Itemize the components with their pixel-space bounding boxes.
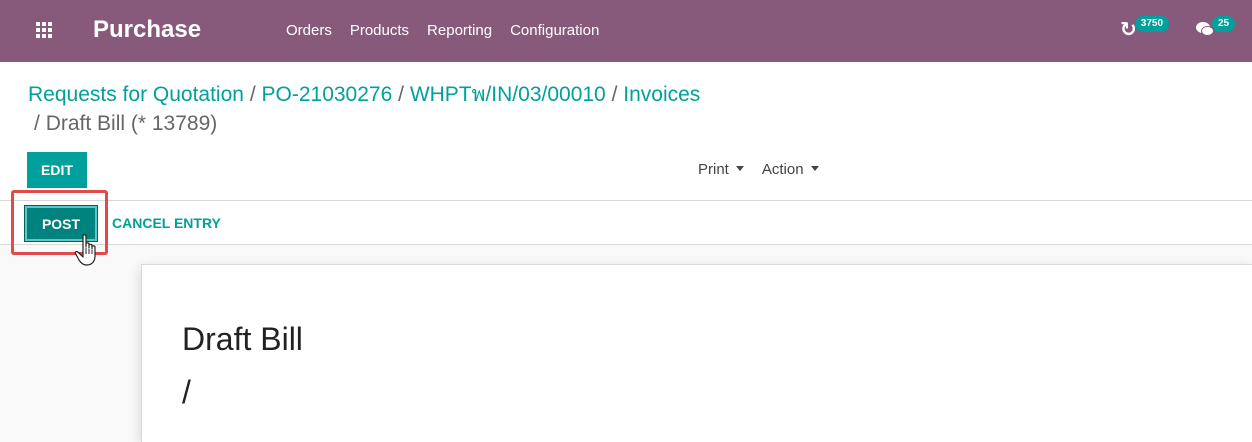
breadcrumb-separator: /: [249, 83, 256, 106]
breadcrumb-separator: /: [34, 112, 40, 135]
breadcrumb-current-line: / Draft Bill (* 13789): [34, 112, 217, 136]
bill-title: Draft Bill: [182, 321, 303, 357]
main-menu: Orders Products Reporting Configuration: [286, 22, 617, 39]
breadcrumb-item-invoices[interactable]: Invoices: [623, 83, 700, 106]
print-label: Print: [698, 161, 729, 178]
hand-pointer-icon: [74, 234, 96, 266]
caret-down-icon: [810, 166, 819, 171]
breadcrumb-item-receipt[interactable]: WHPTพ/IN/03/00010: [410, 83, 606, 106]
breadcrumb-separator: /: [611, 83, 618, 106]
print-dropdown[interactable]: Print: [698, 161, 744, 178]
form-sheet: [141, 264, 1252, 442]
app-title[interactable]: Purchase: [93, 16, 201, 44]
activity-menu[interactable]: ↻ 3750: [1120, 16, 1170, 40]
breadcrumb-item-rfq[interactable]: Requests for Quotation: [28, 83, 244, 106]
breadcrumb-item-po[interactable]: PO-21030276: [262, 83, 393, 106]
sidebar-dropdowns: Print Action: [698, 161, 819, 178]
activity-badge: 3750: [1134, 16, 1170, 32]
menu-item-configuration[interactable]: Configuration: [510, 22, 599, 39]
action-dropdown[interactable]: Action: [762, 161, 819, 178]
messaging-menu[interactable]: 25: [1196, 16, 1236, 36]
edit-button[interactable]: EDIT: [27, 152, 87, 188]
breadcrumb: Requests for Quotation / PO-21030276 / W…: [28, 78, 928, 111]
apps-menu-icon[interactable]: [36, 22, 54, 40]
breadcrumb-current: Draft Bill (* 13789): [45, 112, 218, 135]
cancel-entry-button[interactable]: CANCEL ENTRY: [112, 215, 221, 231]
comments-icon: [1196, 20, 1214, 36]
menu-item-orders[interactable]: Orders: [286, 22, 332, 39]
menu-item-reporting[interactable]: Reporting: [427, 22, 492, 39]
action-label: Action: [761, 161, 804, 178]
breadcrumb-separator: /: [398, 83, 404, 106]
menu-item-products[interactable]: Products: [350, 22, 409, 39]
bill-number: /: [182, 374, 191, 410]
messages-badge: 25: [1212, 16, 1236, 32]
top-navbar: Purchase Orders Products Reporting Confi…: [0, 0, 1252, 62]
caret-down-icon: [735, 166, 744, 171]
